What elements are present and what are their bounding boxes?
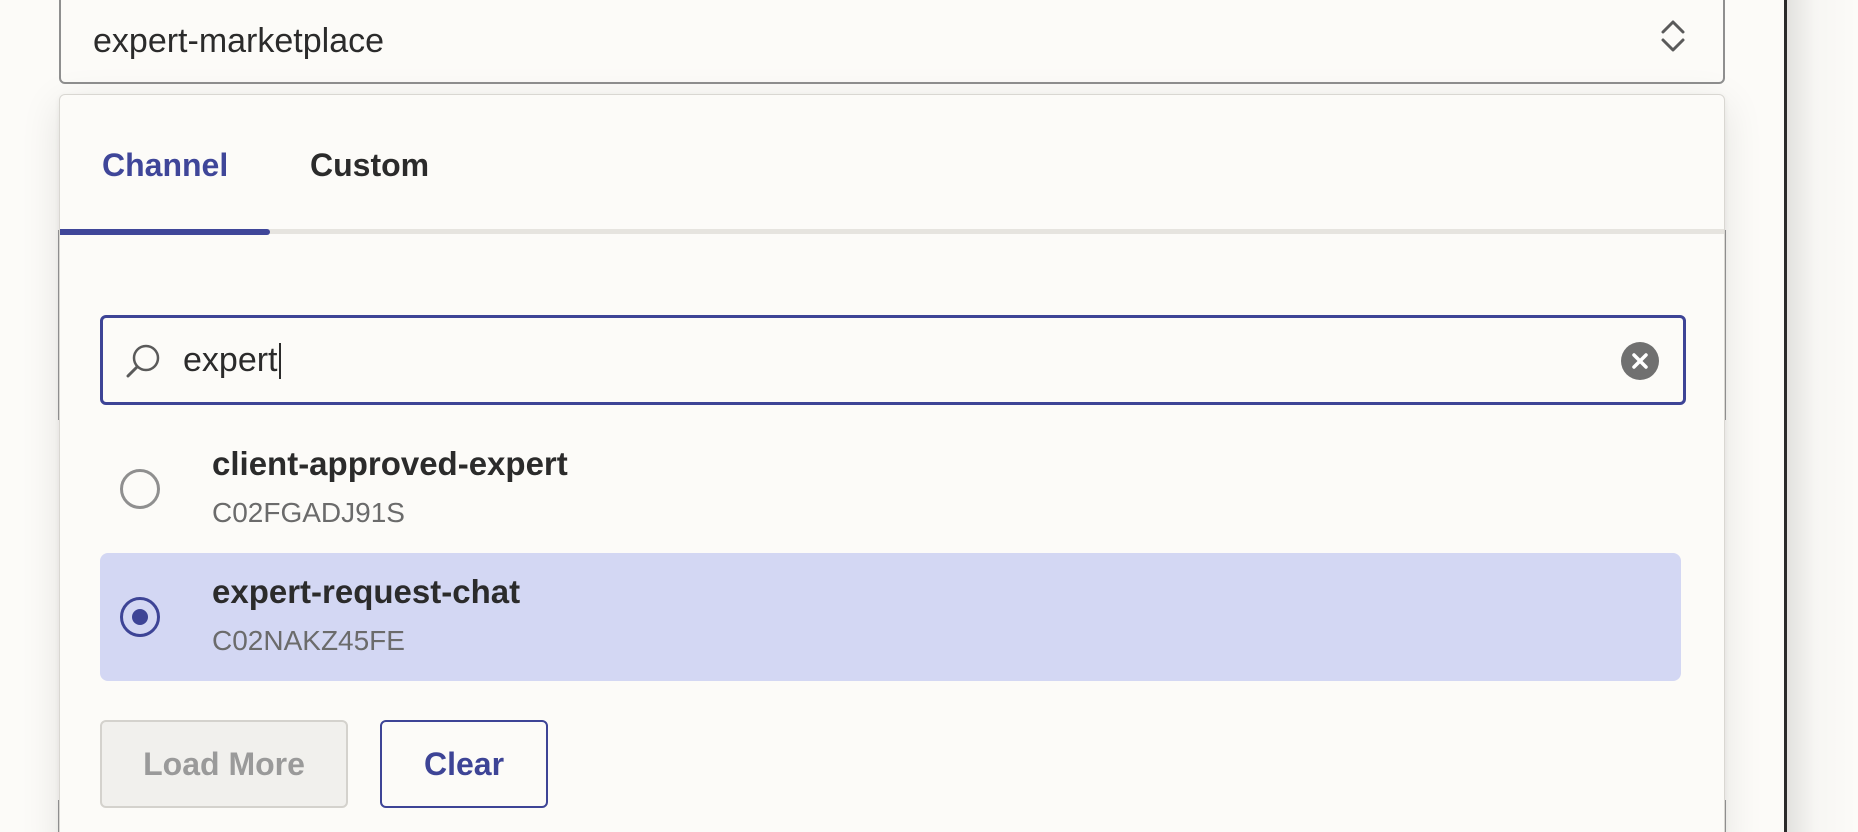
- radio-button[interactable]: [120, 597, 160, 637]
- clear-button[interactable]: Clear: [380, 720, 548, 808]
- tab-custom[interactable]: Custom: [310, 147, 429, 184]
- channel-select[interactable]: expert-marketplace: [59, 0, 1725, 84]
- option-id: C02FGADJ91S: [212, 497, 405, 528]
- active-tab-indicator: [60, 229, 270, 235]
- list-item[interactable]: expert-request-chat C02NAKZ45FE: [100, 553, 1681, 681]
- option-label: client-approved-expert: [212, 445, 568, 482]
- option-id: C02NAKZ45FE: [212, 625, 405, 656]
- option-label: expert-request-chat: [212, 573, 521, 610]
- panel-shadow: [1787, 0, 1858, 832]
- search-value: expert: [183, 341, 278, 379]
- clear-x-icon[interactable]: [1621, 342, 1659, 380]
- tab-rail: [60, 229, 1724, 234]
- tab-channel[interactable]: Channel: [102, 147, 228, 184]
- chevron-up-down-icon: [1659, 16, 1687, 56]
- select-value: expert-marketplace: [93, 22, 385, 60]
- search-text: expert: [183, 341, 281, 380]
- search-input[interactable]: expert: [100, 315, 1686, 405]
- tab-bar: Channel Custom: [60, 95, 1724, 237]
- search-icon: [123, 342, 163, 382]
- load-more-button[interactable]: Load More: [100, 720, 348, 808]
- channel-dropdown-panel: Channel Custom expert client-approved-ex…: [59, 94, 1725, 832]
- page: expert-marketplace Channel Custom expert: [0, 0, 1858, 832]
- text-caret: [278, 342, 281, 379]
- list-item[interactable]: client-approved-expert C02FGADJ91S: [100, 425, 1681, 553]
- panel-edge: [1784, 0, 1787, 832]
- radio-button[interactable]: [120, 469, 160, 509]
